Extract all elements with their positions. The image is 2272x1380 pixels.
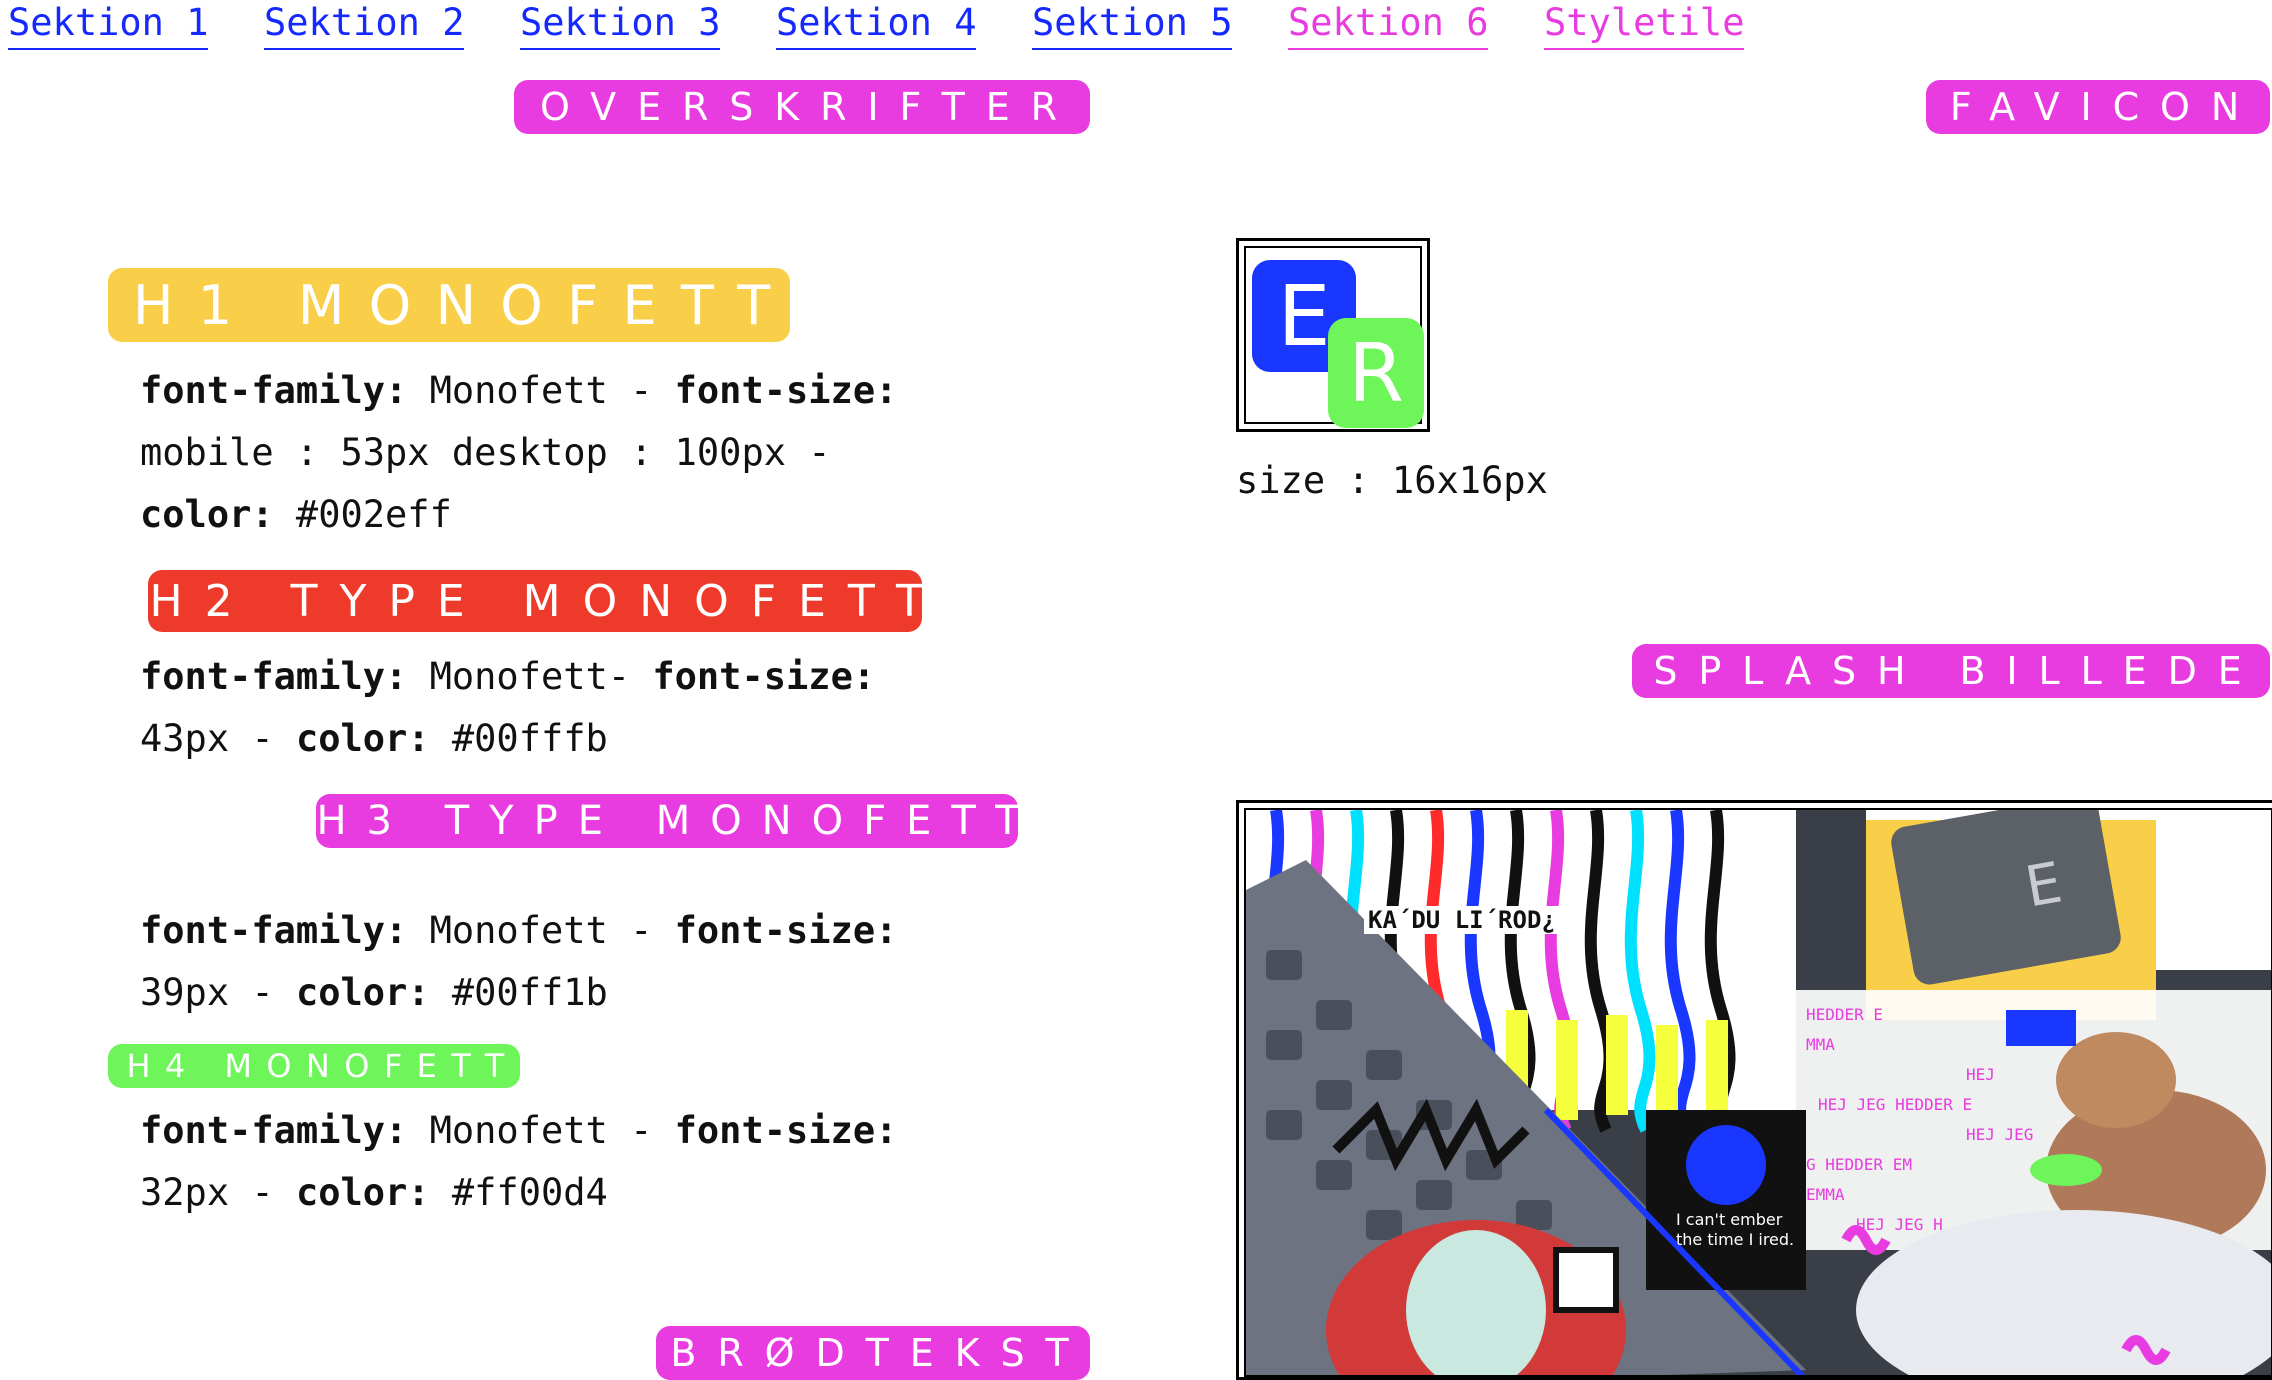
collage-text-line: HEJ JEG HEDDER E [1818, 1095, 1973, 1114]
h4-spec-key-color: color: [295, 1171, 430, 1214]
h2-spec: font-family: Monofett- font-size: 43px -… [140, 646, 875, 770]
overskrifter-label-text: OVERSKRIFTER [514, 80, 1090, 134]
splash-collage-text: HEDDER E MMA HEJ HEJ JEG HEDDER E HEJ JE… [1806, 1000, 2033, 1240]
collage-text-line: HEJ JEG H [1856, 1215, 1943, 1234]
nav-link-sektion-3[interactable]: Sektion 3 [520, 0, 721, 50]
splash-sun-caption: I can't ember the time I ired. [1676, 1210, 1795, 1249]
favicon-letter-r: R [1328, 318, 1424, 428]
h1-spec-key-size: font-size: [674, 369, 898, 412]
h4-spec-val-size: 32px - [140, 1171, 296, 1214]
h1-spec-key-family: font-family: [140, 369, 408, 412]
h3-spec-key-family: font-family: [140, 909, 408, 952]
overskrifter-label: OVERSKRIFTER [514, 80, 1090, 134]
nav-link-sektion-1[interactable]: Sektion 1 [8, 0, 209, 50]
h2-heading-sample: H2 TYPE MONOFETT [148, 570, 923, 632]
h1-heading-text: H1 MONOFETT [108, 268, 790, 342]
favicon-label: FAVICON [1926, 80, 2270, 134]
h3-spec: font-family: Monofett - font-size: 39px … [140, 900, 897, 1024]
h3-heading-sample: H3 TYPE MONOFETT [316, 794, 1020, 848]
h1-spec-size-line: mobile : 53px desktop : 100px - [140, 431, 831, 474]
splash-label-text: SPLASH BILLEDE [1632, 644, 2270, 698]
splash-caption: KA´DU LI´ROD¿ [1364, 906, 1560, 934]
splash-image: KA´DU LI´ROD¿ E I can't ember the time I… [1236, 800, 2272, 1380]
h2-spec-val-size: 43px - [140, 717, 296, 760]
h3-spec-val-color: #00ff1b [429, 971, 608, 1014]
top-nav: Sektion 1 Sektion 2 Sektion 3 Sektion 4 … [0, 0, 2272, 60]
favicon-preview: E R [1236, 238, 1430, 432]
collage-text-line: EMMA [1806, 1185, 1845, 1204]
h2-spec-key-color: color: [295, 717, 430, 760]
h4-spec-val-color: #ff00d4 [429, 1171, 608, 1214]
nav-link-sektion-5[interactable]: Sektion 5 [1032, 0, 1233, 50]
h4-spec: font-family: Monofett - font-size: 32px … [140, 1100, 897, 1224]
collage-text-line: HEJ JEG [1966, 1125, 2034, 1144]
h1-spec-val-family: Monofett - [407, 369, 675, 412]
favicon-label-text: FAVICON [1926, 80, 2270, 134]
h3-spec-key-size: font-size: [674, 909, 898, 952]
h2-heading-text: H2 TYPE MONOFETT [148, 570, 923, 632]
h1-spec-key-color: color: [140, 493, 274, 536]
nav-link-sektion-6[interactable]: Sektion 6 [1288, 0, 1489, 50]
h3-spec-val-size: 39px - [140, 971, 296, 1014]
h1-spec-val-color: #002eff [273, 493, 452, 536]
h3-heading-text: H3 TYPE MONOFETT [316, 794, 1020, 848]
splash-collage-art [1246, 810, 2271, 1375]
h4-spec-key-family: font-family: [140, 1109, 408, 1152]
h1-spec: font-family: Monofett - font-size: mobil… [140, 360, 897, 546]
splash-label: SPLASH BILLEDE [1632, 644, 2270, 698]
collage-text-line: HEDDER E [1806, 1005, 1884, 1024]
h2-spec-val-color: #00fffb [429, 717, 608, 760]
favicon-inner-frame: E R [1244, 246, 1424, 428]
h3-spec-val-family: Monofett - [407, 909, 675, 952]
favicon-size-text: size : 16x16px [1236, 459, 1548, 502]
h2-spec-key-size: font-size: [652, 655, 876, 698]
collage-text-line: HEJ [1966, 1065, 1995, 1084]
nav-link-sektion-4[interactable]: Sektion 4 [776, 0, 977, 50]
nav-link-styletile[interactable]: Styletile [1544, 0, 1745, 50]
h4-heading-text: H4 MONOFETT [108, 1044, 520, 1088]
h4-spec-val-family: Monofett - [407, 1109, 675, 1152]
h4-heading-sample: H4 MONOFETT [108, 1044, 520, 1088]
h1-heading-sample: H1 MONOFETT [108, 268, 790, 342]
brodtekst-label-text: BRØDTEKST [656, 1326, 1090, 1380]
splash-collage: KA´DU LI´ROD¿ E I can't ember the time I… [1244, 808, 2272, 1377]
collage-text-line: G HEDDER EM [1806, 1155, 1912, 1174]
nav-link-sektion-2[interactable]: Sektion 2 [264, 0, 465, 50]
brodtekst-label: BRØDTEKST [656, 1326, 1090, 1380]
h4-spec-key-size: font-size: [674, 1109, 898, 1152]
collage-text-line: MMA [1806, 1035, 1835, 1054]
h2-spec-val-family: Monofett- [407, 655, 653, 698]
h3-spec-key-color: color: [295, 971, 430, 1014]
h2-spec-key-family: font-family: [140, 655, 408, 698]
